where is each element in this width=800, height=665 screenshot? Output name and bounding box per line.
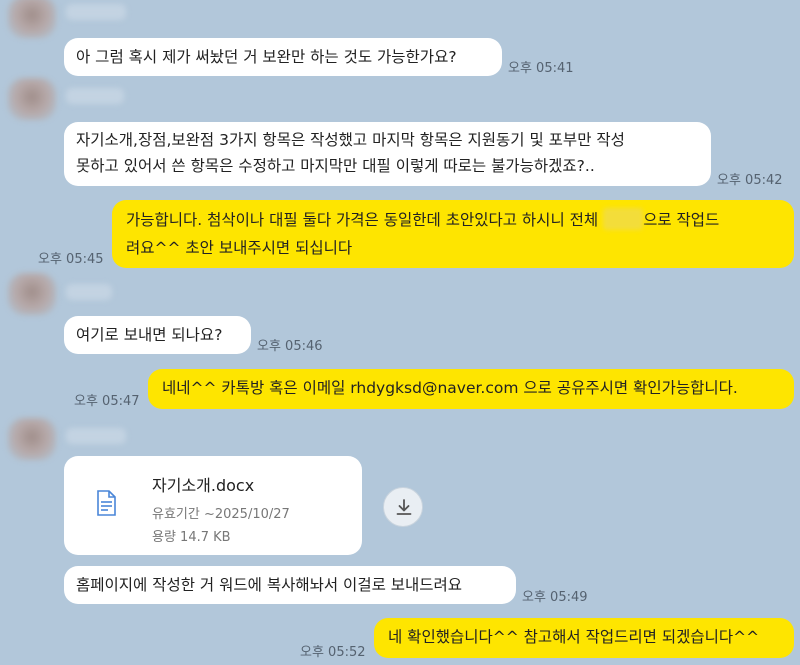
message-text: 홈페이지에 작성한 거 워드에 복사해놔서 이걸로 보내드려요: [76, 576, 463, 594]
message-text: 네네^^ 카톡방 혹은 이메일 rhdygksd@naver.com 으로 공유…: [162, 379, 738, 397]
message-text: 여기로 보내면 되나요?: [76, 326, 223, 344]
avatar[interactable]: [8, 0, 56, 38]
message-bubble-outgoing[interactable]: 네네^^ 카톡방 혹은 이메일 rhdygksd@naver.com 으로 공유…: [148, 369, 794, 409]
download-button[interactable]: [383, 487, 423, 527]
file-expiry: 유효기간 ~2025/10/27: [152, 507, 290, 522]
message-text-line: 못하고 있어서 쓴 항목은 수정하고 마지막만 대필 이렇게 따로는 불가능하겠…: [76, 157, 595, 175]
avatar[interactable]: [8, 418, 56, 460]
message-bubble-incoming[interactable]: 자기소개,장점,보완점 3가지 항목은 작성했고 마지막 항목은 지원동기 및 …: [64, 122, 711, 186]
avatar[interactable]: [8, 78, 56, 120]
sender-name: [66, 88, 124, 104]
message-text: 으로 작업드: [643, 211, 720, 229]
sender-name: [66, 4, 126, 20]
file-attachment[interactable]: 자기소개.docx 유효기간 ~2025/10/27 용량 14.7 KB: [64, 456, 362, 555]
message-text: 네 확인했습니다^^ 참고해서 작업드리면 되겠습니다^^: [388, 628, 760, 646]
message-bubble-incoming[interactable]: 아 그럼 혹시 제가 써놨던 거 보완만 하는 것도 가능한가요?: [64, 38, 502, 76]
file-size: 용량 14.7 KB: [152, 530, 231, 545]
message-time: 오후 05:45: [38, 252, 104, 267]
message-time: 오후 05:47: [74, 394, 140, 409]
message-time: 오후 05:42: [717, 173, 783, 188]
message-text: 아 그럼 혹시 제가 써놨던 거 보완만 하는 것도 가능한가요?: [76, 48, 457, 66]
download-icon: [396, 499, 412, 515]
avatar[interactable]: [8, 273, 56, 315]
message-text-line: 려요^^ 초안 보내주시면 되십니다: [126, 239, 353, 257]
document-icon: [97, 490, 116, 516]
message-bubble-outgoing[interactable]: 네 확인했습니다^^ 참고해서 작업드리면 되겠습니다^^: [374, 618, 794, 658]
message-bubble-incoming[interactable]: 홈페이지에 작성한 거 워드에 복사해놔서 이걸로 보내드려요: [64, 566, 516, 604]
message-time: 오후 05:49: [522, 590, 588, 605]
file-name: 자기소개.docx: [152, 476, 255, 495]
sender-name: [66, 284, 112, 300]
message-text-line: 자기소개,장점,보완점 3가지 항목은 작성했고 마지막 항목은 지원동기 및 …: [76, 131, 625, 149]
message-time: 오후 05:41: [508, 61, 574, 76]
message-text: 가능합니다. 첨삭이나 대필 둘다 가격은 동일한데 초안있다고 하시니 전체: [126, 211, 599, 229]
message-time: 오후 05:52: [300, 645, 366, 660]
message-bubble-incoming[interactable]: 여기로 보내면 되나요?: [64, 316, 251, 354]
redacted-text: [603, 208, 644, 230]
message-time: 오후 05:46: [257, 339, 323, 354]
message-bubble-outgoing[interactable]: 가능합니다. 첨삭이나 대필 둘다 가격은 동일한데 초안있다고 하시니 전체 …: [112, 200, 794, 268]
sender-name: [66, 428, 126, 444]
